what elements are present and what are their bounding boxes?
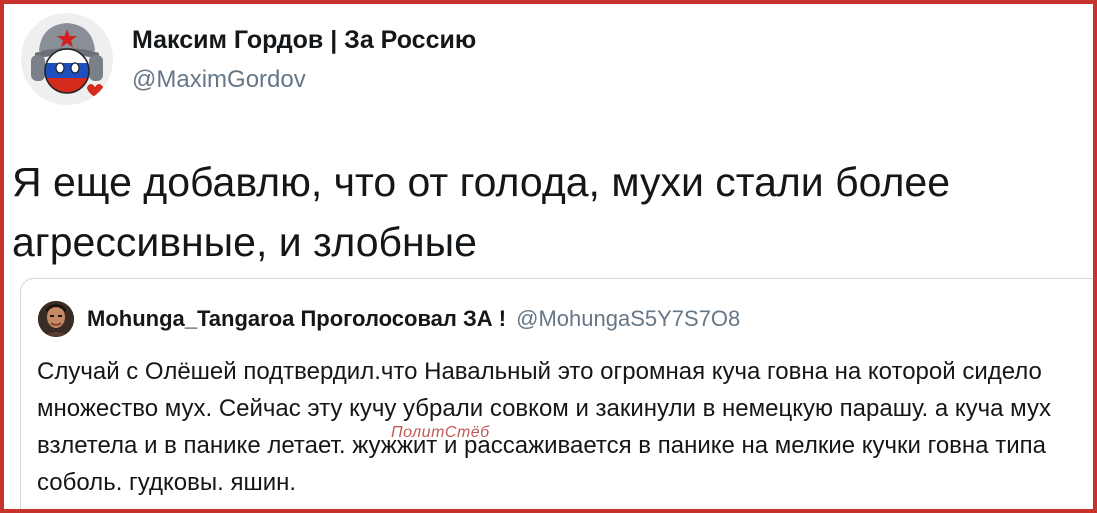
quoted-author-display-name[interactable]: Mohunga_Tangaroa Проголосовал ЗА !	[87, 306, 506, 331]
author-handle[interactable]: @MaximGordov	[132, 66, 306, 94]
quoted-author-handle[interactable]: @MohungaS5Y7S7O8	[516, 306, 740, 331]
countryball-avatar-icon[interactable]	[21, 13, 113, 105]
quoted-tweet-card[interactable]: Mohunga_Tangaroa Проголосовал ЗА ! @Mohun…	[20, 278, 1093, 509]
quoted-tweet-header: Mohunga_Tangaroa Проголосовал ЗА ! @Mohun…	[87, 306, 740, 332]
person-avatar-icon[interactable]	[38, 301, 74, 337]
watermark-text: ПолитСтёб	[391, 424, 490, 441]
tweet-text: Я еще добавлю, что от голода, мухи стали…	[12, 159, 951, 265]
author-display-name[interactable]: Максим Гордов | За Россию	[132, 26, 476, 55]
screenshot-frame: Максим Гордов | За Россию @MaximGordov Я…	[0, 0, 1097, 513]
quoted-tweet-text: Случай с Олёшей подтвердил.что Навальный…	[37, 358, 1051, 496]
